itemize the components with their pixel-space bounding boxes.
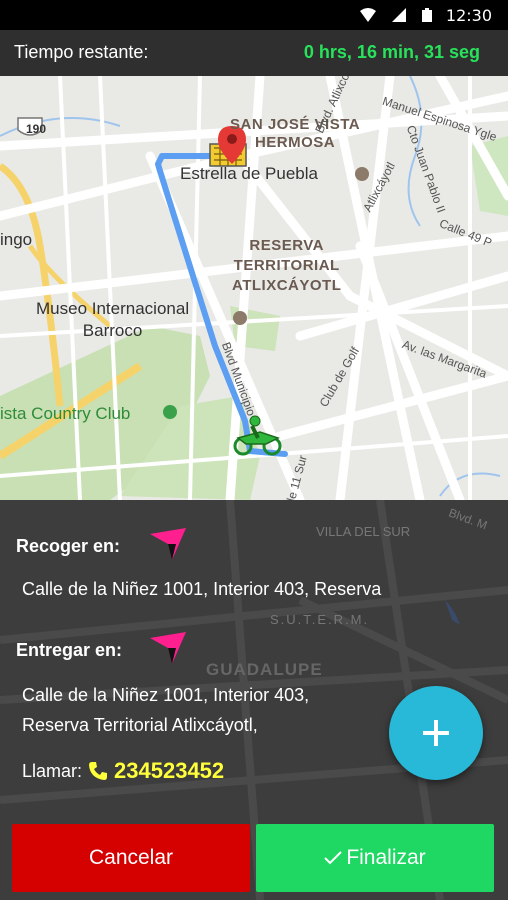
park-icon (163, 405, 177, 419)
status-bar: 12:30 (0, 0, 508, 30)
timer-bar: Tiempo restante: 0 hrs, 16 min, 31 seg (0, 30, 508, 76)
status-time: 12:30 (445, 6, 492, 25)
map-label-museo: Museo Internacional Barroco (36, 298, 189, 342)
plus-icon (423, 720, 449, 746)
panel-map-label-villa-sur: VILLA DEL SUR (316, 524, 411, 539)
map-label-line: Museo Internacional (36, 299, 190, 318)
battery-icon (422, 8, 432, 22)
status-icons (360, 8, 432, 22)
dropoff-title-row: Entregar en: (16, 640, 122, 661)
delivery-panel: VILLA DEL SUR S.U.T.E.R.M. GUADALUPE Blv… (0, 500, 508, 900)
map-label-line: SAN JOSÉ VISTA (230, 116, 361, 133)
map-label-ingo: ingo (0, 230, 33, 249)
map-label-line: Barroco (82, 321, 143, 340)
route-map[interactable]: 190 SAN JOSÉ VISTA HERMOSA Estrella de P… (0, 76, 508, 500)
map-label-line: HERMOSA (254, 134, 336, 151)
timer-label: Tiempo restante: (14, 42, 149, 62)
cancel-button-label: Cancelar (88, 846, 174, 869)
map-label-estrella: Estrella de Puebla (180, 164, 318, 183)
call-row[interactable]: Llamar: 234523452 (22, 758, 224, 784)
panel-map-label-suterm: S.U.T.E.R.M. (270, 612, 370, 627)
dropoff-address: Calle de la Niñez 1001, Interior 403, Re… (22, 680, 309, 740)
check-icon (324, 851, 343, 865)
signal-icon (392, 8, 406, 22)
call-label: Llamar: (22, 760, 83, 781)
map-label-line: TERRITORIAL (233, 257, 340, 274)
map-label-line: ATLIXCÁYOTL (232, 277, 342, 294)
timer-value: 0 hrs, 16 min, 31 seg (303, 42, 480, 62)
poi-icon (355, 167, 369, 181)
pickup-arrow-icon (150, 528, 186, 560)
dropoff-address-line1: Calle de la Niñez 1001, Interior 403, (22, 685, 310, 705)
highway-number: 190 (26, 122, 47, 136)
poi-icon (233, 311, 247, 325)
phone-number-link[interactable]: 234523452 (114, 758, 224, 784)
dropoff-arrow-icon (150, 632, 186, 664)
dropoff-title: Entregar en: (16, 640, 123, 660)
pickup-title: Recoger en: (16, 536, 121, 556)
cancel-button[interactable]: Cancelar (12, 824, 250, 892)
map-label-country-club: ista Country Club (0, 404, 131, 423)
finish-button[interactable]: Finalizar (256, 824, 494, 892)
phone-icon (89, 762, 108, 780)
map-label-san-jose: SAN JOSÉ VISTA HERMOSA (230, 116, 360, 152)
map-label-line: RESERVA (249, 237, 325, 254)
wifi-icon (360, 8, 376, 22)
panel-map-label-guadalupe: GUADALUPE (206, 660, 323, 679)
dropoff-address-line2: Reserva Territorial Atlixcáyotl, (22, 715, 258, 735)
map-label-reserva: RESERVA TERRITORIAL ATLIXCÁYOTL (232, 236, 341, 296)
pickup-title-row: Recoger en: (16, 536, 120, 557)
add-fab-button[interactable] (389, 686, 483, 780)
finish-button-label: Finalizar (346, 846, 426, 869)
pickup-address: Calle de la Niñez 1001, Interior 403, Re… (22, 579, 382, 599)
